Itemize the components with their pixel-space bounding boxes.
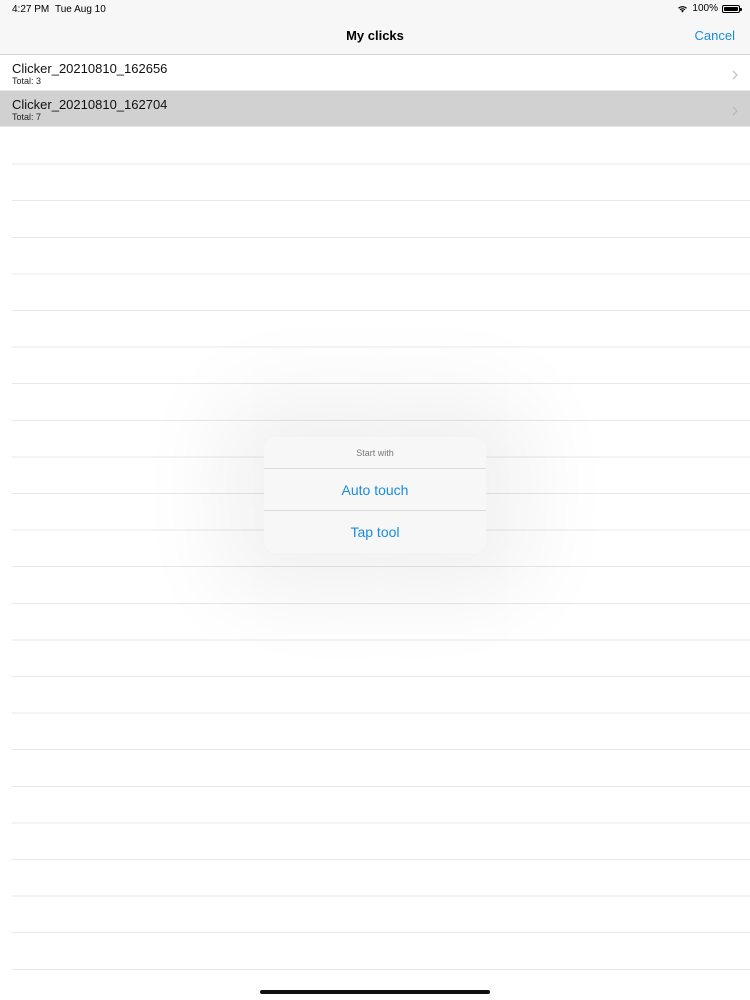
chevron-right-icon <box>732 67 738 80</box>
alert-title: Start with <box>264 437 486 469</box>
list-item-selected[interactable]: Clicker_20210810_162704 Total: 7 <box>0 91 750 127</box>
battery-fill <box>724 6 738 11</box>
battery-icon <box>722 4 742 13</box>
page-title: My clicks <box>346 28 404 43</box>
status-bar: 4:27 PM Tue Aug 10 100% <box>0 0 750 18</box>
start-with-alert: Start with Auto touch Tap tool <box>264 437 486 553</box>
item-subtitle: Total: 7 <box>12 112 42 122</box>
list-item[interactable]: Clicker_20210810_162656 Total: 3 <box>0 55 750 91</box>
auto-touch-button[interactable]: Auto touch <box>264 469 486 511</box>
home-indicator[interactable] <box>260 990 490 994</box>
chevron-right-icon <box>732 103 738 116</box>
status-indicators: 100% <box>677 3 742 14</box>
tap-tool-button[interactable]: Tap tool <box>264 511 486 553</box>
item-title: Clicker_20210810_162656 <box>12 61 168 76</box>
cancel-button[interactable]: Cancel <box>695 28 735 43</box>
item-subtitle: Total: 3 <box>12 76 42 86</box>
clicks-list: Clicker_20210810_162656 Total: 3 Clicker… <box>0 55 750 127</box>
status-time: 4:27 PM <box>12 4 50 15</box>
battery-percentage: 100% <box>692 3 718 14</box>
navigation-bar: My clicks Cancel <box>0 18 750 55</box>
wifi-icon <box>677 5 688 13</box>
item-title: Clicker_20210810_162704 <box>12 97 168 112</box>
status-date: Tue Aug 10 <box>55 4 106 15</box>
